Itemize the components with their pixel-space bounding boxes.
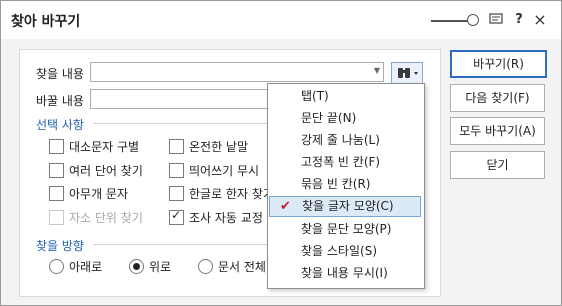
whole-word-checkbox[interactable] [169,139,184,154]
radio-dot [133,263,140,270]
close-button[interactable]: 닫기 [450,151,545,179]
options-section-label: 선택 사항 [36,118,84,132]
particle-correction-checkbox[interactable]: ✓ [169,208,184,225]
direction-divider [93,244,268,245]
direction-up-radio[interactable] [129,259,144,274]
checkmark-icon: ✔ [280,199,291,214]
transparency-slider-thumb[interactable] [467,14,479,26]
direction-up-label: 위로 [149,260,172,274]
menu-item-nbsp[interactable]: 묶음 빈 칸(R) [269,174,421,195]
wildcard-checkbox[interactable] [49,186,64,201]
multi-word-label: 여러 단어 찾기 [69,164,143,178]
close-icon[interactable]: × [532,12,548,28]
jaso-search-checkbox [49,210,64,225]
match-case-label: 대소문자 구별 [69,140,140,154]
transparency-slider-track[interactable] [431,20,471,22]
checkmark-icon: ✓ [171,208,182,222]
hanja-search-label: 한글로 한자 찾기 [189,187,274,201]
find-next-button[interactable]: 다음 찾기(F) [450,84,545,112]
find-label: 찾을 내용 [36,67,84,81]
hanja-search-checkbox[interactable] [169,186,184,201]
menu-item-ignore-content[interactable]: 찾을 내용 무시(I) [269,263,421,284]
wildcard-label: 아무개 문자 [69,187,129,201]
dialog-title: 찾아 바꾸기 [11,14,81,30]
direction-down-label: 아래로 [69,260,103,274]
find-input[interactable]: ▼ [90,62,384,82]
jaso-search-label: 자소 단위 찾기 [69,211,143,225]
direction-all-radio[interactable] [198,259,213,274]
menu-item-tab[interactable]: 탭(T) [269,86,421,107]
replace-all-button[interactable]: 모두 바꾸기(A) [450,117,545,145]
ignore-spacing-checkbox[interactable] [169,163,184,178]
find-replace-dialog: 찾아 바꾸기 ? × 찾을 내용 ▼ 바꿀 내용 선택 사항 대소문자 구별 온… [0,0,562,306]
special-find-button[interactable] [391,62,423,84]
direction-down-radio[interactable] [49,259,64,274]
menu-item-fixed-space[interactable]: 고정폭 빈 칸(F) [269,152,421,173]
replace-button[interactable]: 바꾸기(R) [450,50,547,78]
binoculars-icon [398,68,418,78]
menu-item-paragraph-end[interactable]: 문단 끝(N) [269,108,421,129]
chevron-down-icon[interactable]: ▼ [373,66,381,75]
menu-item-para-shape[interactable]: 찾을 문단 모양(P) [269,219,421,240]
whole-word-label: 온전한 낱말 [189,140,249,154]
menu-item-style[interactable]: 찾을 스타일(S) [269,241,421,262]
menu-item-char-shape[interactable]: ✔ 찾을 글자 모양(C) [269,196,421,217]
replace-label: 바꿀 내용 [36,94,84,108]
title-bar: 찾아 바꾸기 ? × [1,1,561,39]
help-icon[interactable]: ? [511,12,527,28]
particle-correction-label: 조사 자동 교정 [189,211,263,225]
direction-section-label: 찾을 방향 [36,239,84,253]
ignore-spacing-label: 띄어쓰기 무시 [189,164,260,178]
menu-item-line-break[interactable]: 강제 줄 나눔(L) [269,130,421,151]
special-find-menu: 탭(T) 문단 끝(N) 강제 줄 나눔(L) 고정폭 빈 칸(F) 묶음 빈 … [267,83,425,289]
match-case-checkbox[interactable] [49,139,64,154]
direction-all-label: 문서 전체 [218,260,266,274]
chat-icon[interactable] [488,12,504,28]
options-divider [93,123,268,124]
multi-word-checkbox[interactable] [49,163,64,178]
replace-input[interactable] [90,89,270,109]
